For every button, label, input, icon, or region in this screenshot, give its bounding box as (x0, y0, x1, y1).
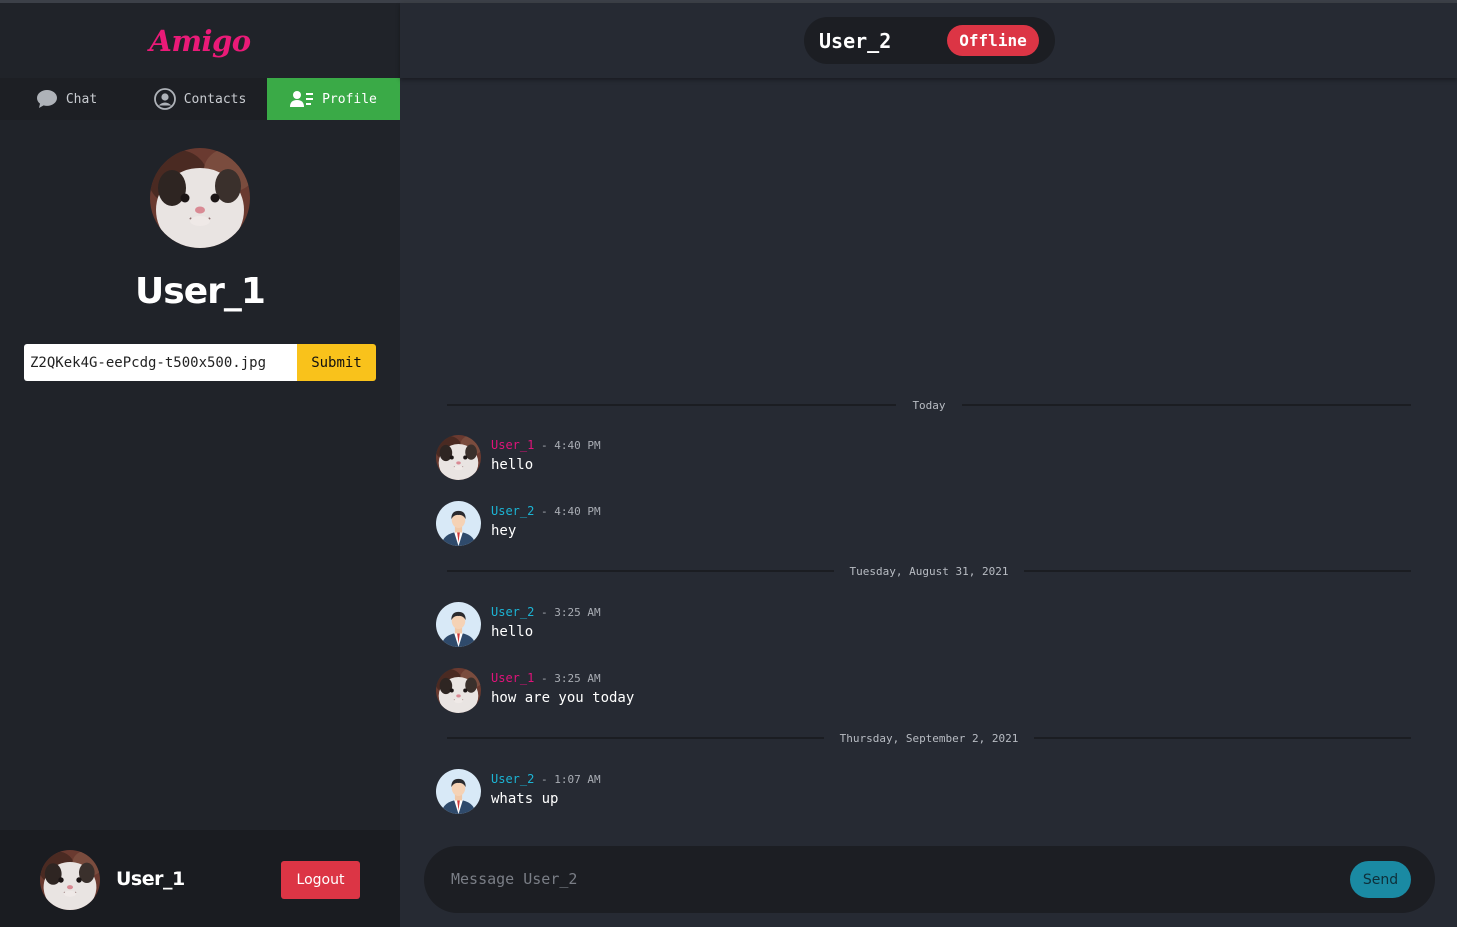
message-text: how are you today (491, 690, 635, 706)
brand-logo[interactable]: Amigo (0, 3, 400, 78)
avatar (40, 850, 100, 910)
tab-profile[interactable]: Profile (267, 78, 400, 120)
message-text: hey (491, 523, 517, 539)
message-text: hello (491, 624, 534, 640)
message-time: 1:07 AM (554, 773, 601, 786)
message-item: User_1 - 3:25 AM how are you today (436, 668, 1036, 718)
chat-panel: User_2 Offline Today User_1 - 4:40 PM he… (400, 3, 1457, 927)
submit-button[interactable]: Submit (297, 344, 376, 381)
status-badge: Offline (947, 25, 1039, 56)
footer-username: User_1 (116, 868, 185, 890)
sidebar-footer: User_1 Logout (0, 830, 400, 927)
message-time: 3:25 AM (554, 606, 601, 619)
avatar (436, 501, 481, 546)
sidebar: Amigo Chat Contacts Profile User_1 Submi… (0, 3, 400, 927)
tab-contacts-label: Contacts (183, 91, 247, 107)
avatar (436, 602, 481, 647)
message-author: User_2 (491, 605, 535, 619)
avatar-upload-form: Submit (24, 344, 376, 381)
chat-bubble-icon (36, 89, 58, 109)
contact-pill: User_2 Offline (804, 17, 1055, 64)
message-author: User_1 (491, 438, 535, 452)
message-meta: User_1 - 3:25 AM (491, 671, 601, 685)
message-item: User_2 - 3:25 AM hello (436, 602, 1036, 652)
message-author: User_2 (491, 772, 535, 786)
message-meta: User_1 - 4:40 PM (491, 438, 601, 452)
message-meta: User_2 - 4:40 PM (491, 504, 601, 518)
date-divider: Thursday, September 2, 2021 (447, 730, 1411, 746)
avatar (436, 435, 481, 480)
message-meta: User_2 - 3:25 AM (491, 605, 601, 619)
message-item: User_2 - 1:07 AM whats up (436, 769, 1036, 819)
tab-contacts[interactable]: Contacts (133, 78, 267, 120)
sidebar-tabs: Chat Contacts Profile (0, 78, 400, 120)
message-text: hello (491, 457, 534, 473)
contact-name: User_2 (819, 29, 892, 53)
tab-chat[interactable]: Chat (0, 78, 133, 120)
logout-button[interactable]: Logout (281, 861, 360, 899)
date-divider-label: Thursday, September 2, 2021 (839, 731, 1019, 745)
tab-chat-label: Chat (65, 91, 98, 107)
tab-profile-label: Profile (322, 91, 377, 107)
avatar (436, 668, 481, 713)
message-item: User_1 - 4:40 PM hello (436, 435, 1036, 485)
message-time: 4:40 PM (554, 439, 601, 452)
message-text: whats up (491, 791, 559, 807)
message-time: 4:40 PM (554, 505, 601, 518)
profile-avatar (150, 148, 250, 248)
message-author: User_2 (491, 504, 535, 518)
brand-text: Amigo (149, 23, 251, 58)
date-divider-label: Tuesday, August 31, 2021 (849, 564, 1009, 578)
avatar-file-input[interactable] (24, 344, 297, 381)
message-composer: Send (424, 846, 1435, 913)
user-circle-icon (153, 88, 176, 110)
chat-header: User_2 Offline (400, 3, 1457, 78)
message-input[interactable] (451, 860, 1331, 898)
send-button[interactable]: Send (1350, 861, 1411, 898)
message-time: 3:25 AM (554, 672, 601, 685)
profile-username: User_1 (135, 271, 266, 312)
profile-card-icon (290, 90, 314, 108)
avatar (436, 769, 481, 814)
date-divider: Tuesday, August 31, 2021 (447, 563, 1412, 579)
date-divider-label: Today (912, 398, 946, 412)
date-divider: Today (447, 397, 1411, 413)
message-author: User_1 (491, 671, 535, 685)
message-meta: User_2 - 1:07 AM (491, 772, 601, 786)
message-item: User_2 - 4:40 PM hey (436, 501, 1036, 551)
